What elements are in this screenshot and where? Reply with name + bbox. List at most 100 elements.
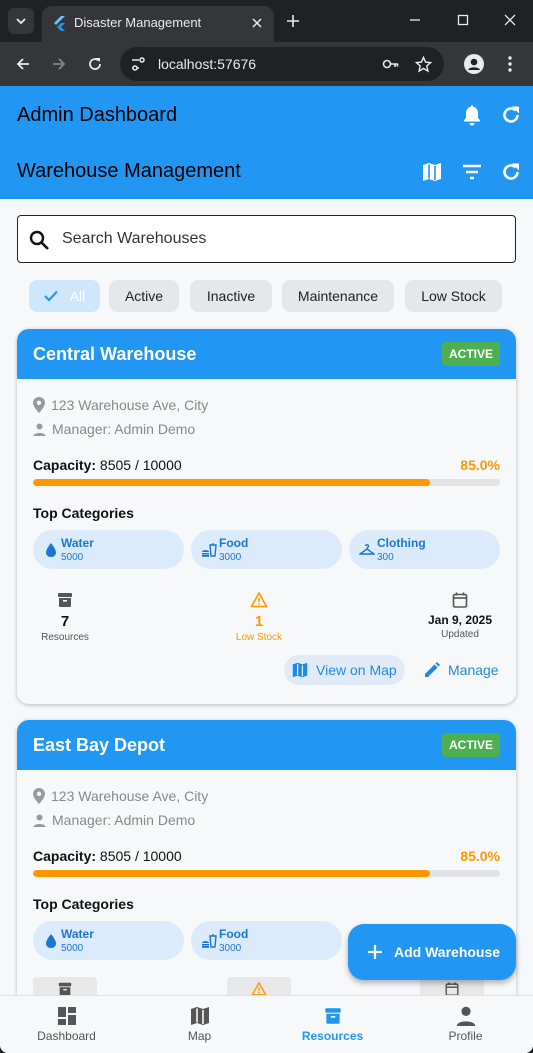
water-drop-icon [46, 934, 56, 948]
refresh-dashboard-button[interactable] [498, 102, 524, 128]
close-window-button[interactable] [495, 8, 525, 32]
category-chip-food: Food 3000 [191, 921, 342, 960]
address-bar[interactable]: localhost:57676 [120, 47, 444, 81]
warehouse-app-bar: Warehouse Management [0, 144, 533, 199]
filter-chip-low-stock[interactable]: Low Stock [405, 280, 502, 312]
calendar-icon [452, 592, 468, 608]
address-row: 123 Warehouse Ave, City [33, 396, 208, 414]
password-key-icon[interactable] [382, 55, 400, 73]
category-name: Food [219, 927, 249, 941]
new-tab-button[interactable] [282, 10, 304, 32]
search-icon [29, 230, 49, 250]
top-categories-title: Top Categories [33, 505, 134, 521]
filter-button[interactable] [459, 159, 485, 185]
stat-resources: 7 Resources [20, 591, 110, 643]
tab-search-button[interactable] [8, 8, 34, 34]
url-text: localhost:57676 [158, 56, 257, 72]
stat-low-stock-value: 1 [254, 613, 264, 630]
flutter-icon [54, 16, 65, 31]
nav-label: Resources [301, 1029, 364, 1043]
category-chip-water: Water 5000 [33, 530, 184, 569]
refresh-warehouses-button[interactable] [498, 159, 524, 185]
category-name: Food [219, 536, 249, 550]
browser-menu-button[interactable] [498, 52, 522, 76]
filter-chip-label: All [69, 288, 86, 304]
person-icon [33, 814, 46, 827]
category-value: 5000 [61, 943, 84, 954]
capacity-label: Capacity: 8505 / 10000 [33, 848, 182, 864]
filter-chip-label: Inactive [206, 288, 256, 304]
stat-updated-label: Updated [441, 629, 479, 640]
nav-item-profile[interactable]: Profile [399, 996, 532, 1053]
back-button[interactable] [11, 52, 35, 76]
stat-updated-value: Jan 9, 2025 [427, 613, 493, 627]
more-vertical-icon [508, 56, 512, 72]
category-chip-clothing: Clothing 300 [349, 530, 500, 569]
capacity-progress-bar [33, 479, 500, 486]
category-chip-food: Food 3000 [191, 530, 342, 569]
avatar-icon [464, 54, 484, 74]
warehouse-address: 123 Warehouse Ave, City [51, 788, 209, 804]
warehouse-name: East Bay Depot [33, 735, 166, 755]
add-warehouse-button[interactable]: Add Warehouse [348, 924, 516, 980]
capacity-progress-fill [33, 479, 431, 486]
manager-row: Manager: Admin Demo [33, 420, 195, 438]
minimize-button[interactable] [400, 8, 430, 32]
manage-label: Manage [448, 662, 499, 678]
nav-label: Dashboard [37, 1029, 96, 1043]
category-name: Water [61, 927, 94, 941]
reload-icon [89, 58, 101, 70]
view-on-map-button[interactable]: View on Map [284, 655, 405, 685]
tab-strip: Disaster Management [0, 0, 533, 42]
check-icon [43, 290, 58, 302]
search-input[interactable]: Search Warehouses [17, 215, 516, 263]
plus-icon [368, 945, 382, 959]
manage-button[interactable]: Manage [424, 655, 499, 685]
browser-toolbar: localhost:57676 [0, 42, 533, 86]
stat-resources-label: Resources [41, 632, 89, 643]
map-icon [292, 662, 308, 678]
app-viewport: Admin Dashboard Warehouse Management Sea… [0, 86, 533, 1053]
edit-pencil-icon [425, 662, 440, 677]
reload-button[interactable] [83, 52, 107, 76]
map-view-button[interactable] [419, 159, 445, 185]
maximize-button[interactable] [448, 8, 478, 32]
water-drop-icon [46, 543, 56, 557]
person-icon [33, 423, 46, 436]
person-icon [456, 1006, 475, 1026]
bookmark-star-button[interactable] [414, 55, 432, 73]
filter-chip-label: Active [124, 288, 164, 304]
nav-item-map[interactable]: Map [133, 996, 266, 1053]
nav-item-resources[interactable]: Resources [266, 996, 399, 1053]
browser-tab[interactable]: Disaster Management [42, 6, 274, 42]
tab-close-button[interactable] [248, 14, 266, 32]
bell-icon [464, 105, 480, 126]
hanger-icon [359, 544, 375, 555]
filter-chip-all[interactable]: All [29, 280, 100, 312]
add-warehouse-label: Add Warehouse [394, 944, 501, 960]
warehouse-card[interactable]: Central Warehouse ACTIVE 123 Warehouse A… [17, 329, 516, 704]
category-name: Water [61, 536, 94, 550]
category-value: 3000 [219, 552, 242, 563]
manager-row: Manager: Admin Demo [33, 811, 195, 829]
tab-title: Disaster Management [74, 15, 202, 30]
warehouse-manager: Manager: Admin Demo [52, 812, 196, 828]
section-title: Warehouse Management [17, 160, 241, 182]
notifications-button[interactable] [459, 102, 485, 128]
site-info-icon[interactable] [130, 56, 146, 72]
category-name: Clothing [377, 536, 426, 550]
plus-icon [287, 15, 299, 27]
nav-item-dashboard[interactable]: Dashboard [0, 996, 133, 1053]
forward-button[interactable] [47, 52, 71, 76]
filter-chip-inactive[interactable]: Inactive [190, 280, 272, 312]
capacity-label: Capacity: 8505 / 10000 [33, 457, 182, 473]
filter-chip-active[interactable]: Active [109, 280, 179, 312]
warning-icon [250, 591, 268, 608]
profile-button[interactable] [462, 52, 486, 76]
filter-chip-maintenance[interactable]: Maintenance [282, 280, 394, 312]
inventory-box-icon [324, 1008, 341, 1024]
page-title: Admin Dashboard [17, 104, 178, 126]
chevron-down-icon [16, 18, 26, 25]
maximize-icon [457, 14, 469, 26]
warehouse-card-header: East Bay Depot ACTIVE [17, 720, 516, 770]
